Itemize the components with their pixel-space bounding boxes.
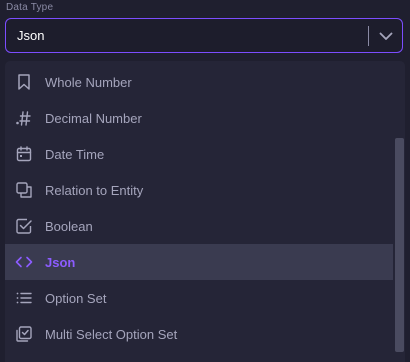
menu-item-json[interactable]: Json (5, 244, 393, 280)
menu-item-relation-to-entity[interactable]: Relation to Entity (5, 172, 393, 208)
menu-item-label: Date Time (45, 147, 105, 162)
chevron-down-icon[interactable] (377, 27, 395, 45)
menu-scrollbar[interactable] (393, 61, 405, 362)
menu-list: Whole Number Decimal Number Date Time Re… (5, 64, 393, 352)
select-divider (368, 26, 369, 46)
menu-item-option-set[interactable]: Option Set (5, 280, 393, 316)
multi-select-icon (15, 325, 33, 343)
menu-item-label: Option Set (45, 291, 107, 306)
decimal-hash-icon (15, 109, 33, 127)
menu-item-date-time[interactable]: Date Time (5, 136, 393, 172)
bookmark-icon (15, 73, 33, 91)
field-label: Data Type (6, 2, 54, 13)
menu-item-decimal-number[interactable]: Decimal Number (5, 100, 393, 136)
data-type-field: Data Type Json Whole Number Decimal Numb… (0, 0, 410, 362)
menu-item-boolean[interactable]: Boolean (5, 208, 393, 244)
menu-item-label: Relation to Entity (45, 183, 144, 198)
menu-item-label: Json (45, 255, 76, 270)
data-type-menu: Whole Number Decimal Number Date Time Re… (5, 61, 405, 362)
menu-item-multi-select-option-set[interactable]: Multi Select Option Set (5, 316, 393, 352)
scrollbar-thumb[interactable] (395, 138, 404, 352)
code-brackets-icon (15, 253, 33, 271)
menu-item-label: Multi Select Option Set (45, 327, 178, 342)
data-type-select[interactable]: Json (5, 18, 403, 53)
selected-value: Json (17, 28, 45, 43)
calendar-icon (15, 145, 33, 163)
menu-item-label: Decimal Number (45, 111, 142, 126)
menu-item-label: Boolean (45, 219, 93, 234)
list-icon (15, 289, 33, 307)
menu-item-label: Whole Number (45, 75, 132, 90)
relation-icon (15, 181, 33, 199)
menu-item-whole-number[interactable]: Whole Number (5, 64, 393, 100)
checkbox-icon (15, 217, 33, 235)
